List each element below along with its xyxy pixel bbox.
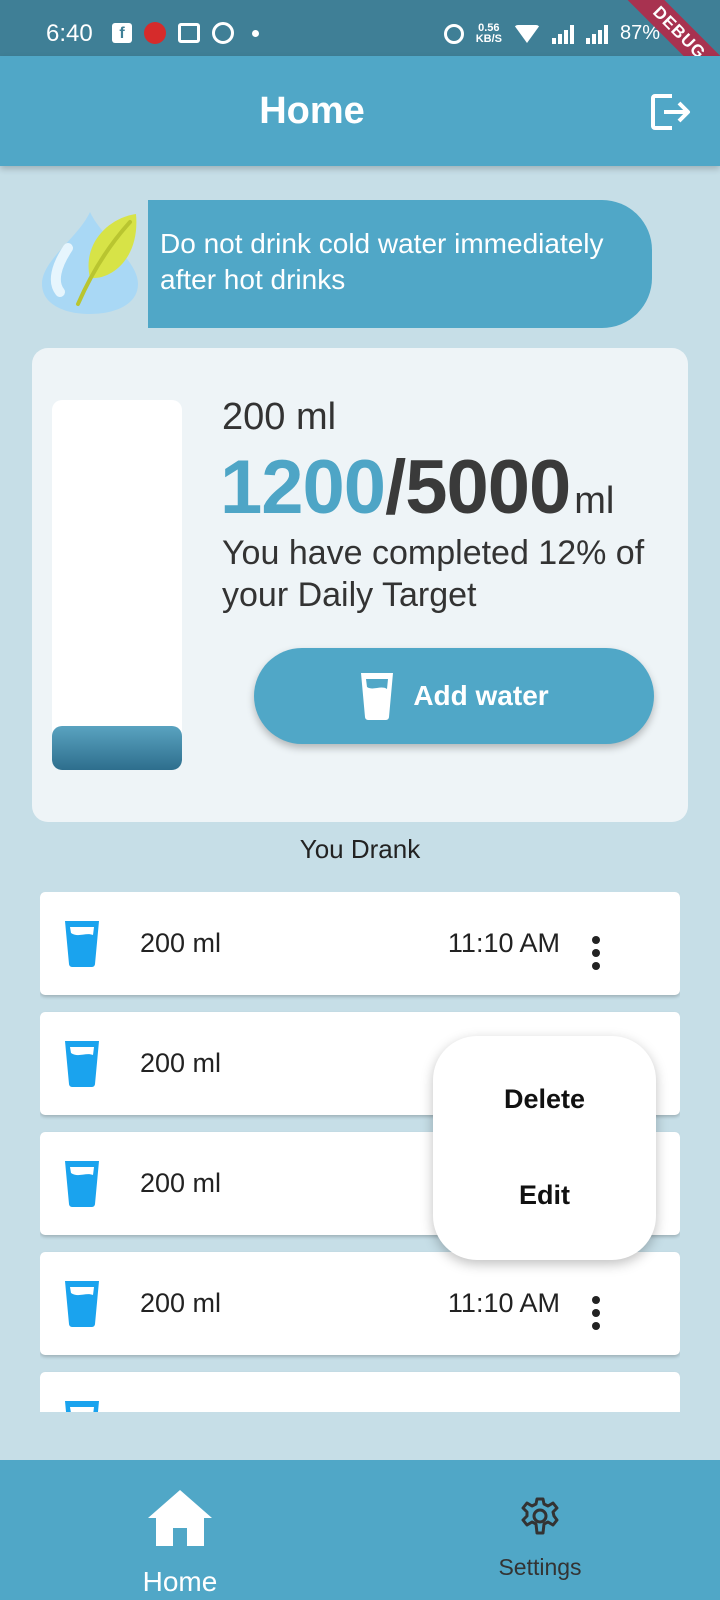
whatsapp-icon [212, 22, 234, 44]
network-speed-unit: KB/S [475, 32, 502, 45]
page-title: Home [259, 90, 365, 132]
intake-total: 1200/5000 ml [220, 444, 614, 531]
nav-home-tab[interactable]: Home [130, 1484, 230, 1597]
nav-settings-tab[interactable]: Settings [470, 1496, 610, 1586]
nav-home-label: Home [142, 1566, 218, 1597]
gear-icon [521, 1497, 559, 1535]
status-time: 6:40 [46, 20, 93, 47]
glass-icon [361, 673, 394, 720]
facebook-icon: f [112, 23, 132, 43]
progress-text: You have completed 12% of your Daily Tar… [222, 534, 645, 614]
network-speed: 0.56 KB/S [475, 22, 502, 45]
signal-2-icon [585, 24, 608, 44]
row-options-menu: Delete Edit [433, 1036, 656, 1260]
list-item[interactable]: 200 ml 11:10 AM [40, 892, 680, 995]
glass-icon [65, 921, 99, 967]
app-bar: Home [0, 56, 720, 166]
cup-size: 200 ml [222, 396, 337, 438]
status-bar: 6:40 f 0.56 KB/S 87% DEBUG [0, 0, 720, 96]
add-water-button[interactable]: Add water [254, 648, 654, 744]
intake-current: 1200 [220, 445, 386, 530]
more-options-icon[interactable] [592, 1296, 602, 1332]
tip-text: Do not drink cold water immediately afte… [160, 228, 604, 295]
intake-separator: / [385, 445, 406, 530]
glass-icon [65, 1401, 99, 1412]
edit-menu-item[interactable]: Edit [433, 1180, 656, 1211]
list-item[interactable]: 200 ml 11:10 AM [40, 1252, 680, 1355]
signal-icon [551, 24, 574, 44]
drink-amount: 200 ml [140, 1168, 222, 1198]
drink-time: 11:10 AM [447, 1288, 560, 1318]
drink-time: 11:10 AM [447, 928, 560, 958]
water-level-fill [52, 725, 182, 770]
glass-icon [65, 1161, 99, 1207]
intake-unit: ml [574, 480, 615, 522]
drink-amount: 200 ml [140, 1288, 222, 1318]
wifi-icon [513, 24, 540, 43]
alarm-icon [443, 23, 464, 44]
app-notification-icon [144, 22, 166, 44]
nav-settings-label: Settings [498, 1554, 582, 1580]
sim-icon [178, 23, 200, 43]
bottom-nav: Home Settings [0, 1460, 720, 1600]
water-drop-leaf-icon [42, 212, 138, 314]
logout-icon[interactable] [650, 92, 692, 132]
drink-amount: 200 ml [140, 1048, 222, 1078]
tip-bubble: Do not drink cold water immediately afte… [148, 200, 652, 328]
intake-target: 5000 [405, 445, 571, 530]
more-notifications-icon [252, 29, 259, 37]
drink-amount: 200 ml [140, 928, 222, 958]
intake-summary-card: 200 ml 1200/5000 ml You have completed 12… [32, 348, 688, 822]
add-water-label: Add water [413, 680, 549, 711]
notification-icons: f [112, 22, 259, 44]
system-icons: 0.56 KB/S 87% [443, 22, 660, 45]
home-icon [148, 1490, 212, 1546]
history-title: You Drank [299, 834, 421, 864]
delete-menu-item[interactable]: Delete [433, 1084, 656, 1115]
list-item[interactable] [40, 1372, 680, 1412]
glass-icon [65, 1041, 99, 1087]
more-options-icon[interactable] [592, 936, 602, 972]
glass-icon [65, 1281, 99, 1327]
water-level-gauge [52, 400, 182, 770]
